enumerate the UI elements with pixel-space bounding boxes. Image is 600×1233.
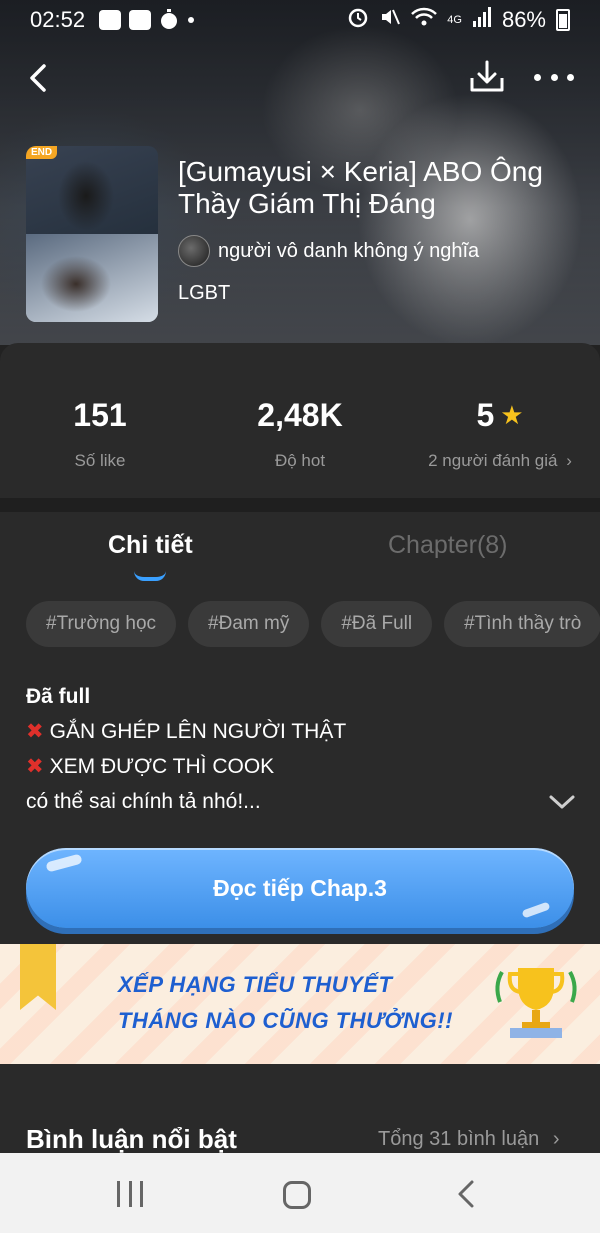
- featured-comments-title: Bình luận nổi bật: [26, 1124, 237, 1154]
- chevron-right-icon: ›: [566, 451, 572, 470]
- tag-chip[interactable]: #Đã Full: [321, 601, 433, 647]
- rating-label[interactable]: 2 người đánh giá: [428, 451, 557, 470]
- banner-headline: XẾP HẠNG TIỂU THUYẾT: [118, 972, 393, 997]
- description: Đã full ✖ GẮN GHÉP LÊN NGƯỜI THẬT ✖ XEM ĐƯ…: [26, 679, 566, 819]
- system-nav-bar: [0, 1153, 600, 1233]
- description-line: Đã full: [26, 685, 91, 708]
- notification-app-icon-2: [129, 10, 152, 30]
- continue-reading-button[interactable]: Đọc tiếp Chap.3: [26, 848, 574, 928]
- book-cover[interactable]: END: [26, 146, 158, 322]
- battery-icon: [556, 9, 570, 31]
- dot-icon: [187, 16, 195, 24]
- chevron-right-icon: ›: [552, 1128, 560, 1150]
- book-title: [Gumayusi × Keria] ABO Ông Thầy Giám Thị…: [178, 156, 543, 219]
- hot-value: 2,48K: [257, 397, 343, 433]
- top-nav: [0, 54, 600, 104]
- back-arrow-icon[interactable]: [22, 60, 58, 96]
- mute-icon: [379, 6, 401, 34]
- tag-chip[interactable]: #Đam mỹ: [188, 601, 310, 647]
- tab-detail[interactable]: Chi tiết: [108, 531, 193, 560]
- battery-level: 86%: [501, 7, 546, 32]
- author-avatar[interactable]: [178, 235, 210, 267]
- description-line-warning-1: ✖ GẮN GHÉP LÊN NGƯỜI THẬT: [26, 714, 566, 749]
- stat-hot: 2,48K Độ hot: [200, 393, 400, 493]
- stats-row: 151 Số like 2,48K Độ hot 5 ★ 2 người đán…: [0, 393, 600, 493]
- likes-value: 151: [73, 397, 127, 433]
- comments-total-link[interactable]: Tổng 31 bình luận ›: [378, 1128, 559, 1151]
- end-badge: END: [26, 146, 58, 159]
- tag-chip[interactable]: #Tình thầy trò: [444, 601, 600, 647]
- notification-app-icon: [99, 10, 122, 30]
- tab-bar: Chi tiết Chapter(8): [0, 521, 600, 581]
- status-bar: 02:52 4G 86%: [0, 0, 600, 40]
- tab-chapter[interactable]: Chapter(8): [388, 531, 508, 560]
- more-options-icon[interactable]: [534, 64, 574, 90]
- wifi-icon: [411, 6, 438, 34]
- author-row[interactable]: người vô danh không ý nghĩa: [178, 234, 479, 268]
- trophy-icon: [495, 968, 577, 1038]
- recent-apps-icon[interactable]: [117, 1181, 143, 1207]
- cross-mark-icon: ✖: [26, 720, 44, 743]
- chevron-down-icon[interactable]: [548, 793, 576, 811]
- hot-label: Độ hot: [274, 451, 326, 470]
- author-name[interactable]: người vô danh không ý nghĩa: [218, 240, 479, 263]
- timer-icon: [159, 9, 179, 31]
- status-time: 02:52: [30, 7, 86, 32]
- star-icon: ★: [500, 400, 524, 430]
- comments-total[interactable]: Tổng 31 bình luận: [378, 1128, 539, 1150]
- genre-label[interactable]: LGBT: [178, 282, 230, 305]
- stat-likes: 151 Số like: [0, 393, 200, 493]
- description-line: có thể sai chính tả nhó!...: [26, 790, 261, 813]
- download-icon[interactable]: [468, 58, 506, 96]
- network-type: 4G: [447, 14, 462, 26]
- description-line-warning-2: ✖ XEM ĐƯỢC THÌ COOK: [26, 749, 566, 784]
- stat-rating[interactable]: 5 ★ 2 người đánh giá ›: [400, 393, 600, 493]
- signal-icon: [472, 6, 492, 34]
- cross-mark-icon: ✖: [26, 755, 44, 778]
- tag-list: #Trường học #Đam mỹ #Đã Full #Tình thầy …: [26, 601, 600, 649]
- banner-subline: THÁNG NÀO CŨNG THƯỞNG!!: [118, 1008, 453, 1033]
- description-text: GẮN GHÉP LÊN NGƯỜI THẬT: [49, 720, 347, 743]
- description-text: XEM ĐƯỢC THÌ COOK: [49, 755, 275, 778]
- system-back-icon[interactable]: [454, 1179, 478, 1209]
- active-tab-indicator: [134, 571, 166, 581]
- alarm-icon: [347, 6, 369, 34]
- rating-value: 5: [476, 397, 495, 433]
- tag-chip[interactable]: #Trường học: [26, 601, 177, 647]
- section-divider: [0, 498, 600, 512]
- home-icon[interactable]: [283, 1181, 311, 1209]
- likes-label: Số like: [74, 451, 126, 470]
